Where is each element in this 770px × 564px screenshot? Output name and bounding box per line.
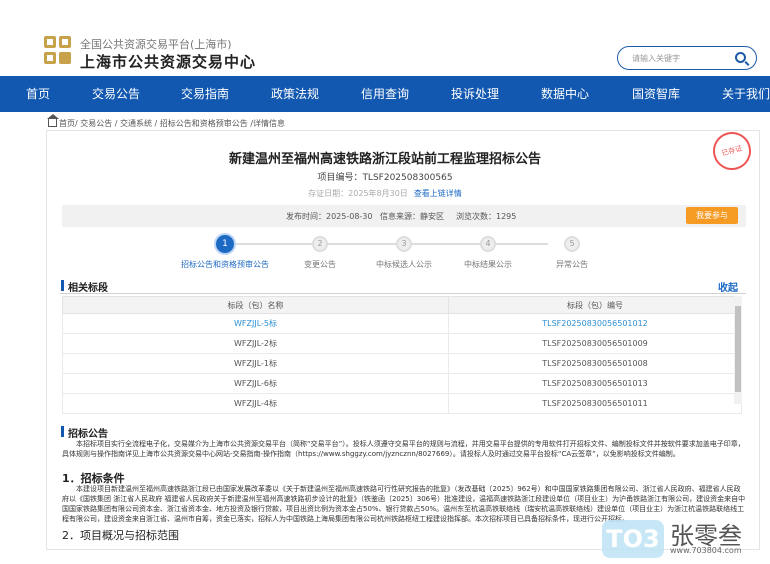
view-count: 浏览次数：1295 [456, 212, 517, 221]
join-button[interactable]: 我要参与 [686, 207, 738, 224]
step-3-circle[interactable]: 3 [396, 236, 412, 252]
step-1-circle[interactable]: 1 [214, 233, 236, 255]
nav-item-notices[interactable]: 交易公告 [92, 76, 140, 112]
breadcrumb[interactable]: 首页/ 交易公告 / 交通系统 / 招标公告和资格预审公告 /详情信息 [47, 114, 285, 129]
breadcrumb-text[interactable]: 首页/ 交易公告 / 交通系统 / 招标公告和资格预审公告 /详情信息 [59, 119, 285, 128]
progress-line [236, 243, 548, 245]
lot-number[interactable]: TLSF20250830056501012 [448, 313, 742, 334]
announcement-intro: 本招标项目实行全流程电子化，交易媒介为上海市公共资源交易平台（简称“交易平台”）… [62, 440, 745, 458]
lot-name[interactable]: WFZJJL-6标 [62, 373, 449, 394]
step-4-label[interactable]: 中标结果公示 [440, 259, 536, 270]
table-header: 标段（包）名称 标段（包）编号 [62, 296, 742, 314]
nav-item-complaint[interactable]: 投诉处理 [451, 76, 499, 112]
step-5-label[interactable]: 异常公告 [524, 259, 620, 270]
site-logo-icon[interactable] [44, 36, 72, 66]
step-4-circle[interactable]: 4 [480, 236, 496, 252]
announcement-heading: 招标公告 [61, 425, 108, 440]
lot-number[interactable]: TLSF20250830056501011 [448, 393, 742, 414]
step-3-label[interactable]: 中标候选人公示 [356, 259, 452, 270]
lot-name[interactable]: WFZJJL-5标 [62, 313, 449, 334]
lot-number[interactable]: TLSF20250830056501009 [448, 333, 742, 354]
col-lot-name: 标段（包）名称 [62, 296, 449, 314]
lot-name[interactable]: WFZJJL-1标 [62, 353, 449, 374]
info-source: 信息来源：静安区 [380, 212, 444, 221]
table-row[interactable]: WFZJJL-2标 TLSF20250830056501009 [62, 333, 742, 354]
step-2-label[interactable]: 变更公告 [272, 259, 368, 270]
nav-item-home[interactable]: 首页 [26, 76, 50, 112]
section-2-title: 2．项目概况与招标范围 [62, 529, 179, 542]
nav-item-policy[interactable]: 政策法规 [271, 76, 319, 112]
collapse-link[interactable]: 收起 [718, 279, 738, 294]
page-title: 新建温州至福州高速铁路浙江段站前工程监理招标公告 [228, 152, 541, 167]
step-2-circle[interactable]: 2 [312, 236, 328, 252]
lot-number[interactable]: TLSF20250830056501008 [448, 353, 742, 374]
deposit-date: 存证日期：2025年8月30日 [308, 189, 408, 198]
nav-item-about[interactable]: 关于我们 [722, 76, 770, 112]
table-row[interactable]: WFZJJL-6标 TLSF20250830056501013 [62, 373, 742, 394]
related-lots-heading: 相关标段 [61, 279, 108, 294]
nav-item-guide[interactable]: 交易指南 [181, 76, 229, 112]
watermark-logo: TO3 张零叁 www.703804.com [598, 516, 768, 564]
search-input[interactable]: 请输入关键字 [632, 53, 680, 64]
watermark-url: www.703804.com [670, 546, 742, 555]
divider [60, 293, 746, 294]
lot-number[interactable]: TLSF20250830056501013 [448, 373, 742, 394]
table-scrollbar[interactable] [734, 296, 742, 404]
search-icon[interactable] [735, 52, 746, 63]
search-box[interactable]: 请输入关键字 [617, 46, 757, 70]
site-header: 全国公共资源交易平台(上海市) 上海市公共资源交易中心 请输入关键字 [0, 0, 770, 76]
watermark-brand: TO3 [602, 520, 664, 558]
lot-name[interactable]: WFZJJL-4标 [62, 393, 449, 414]
step-5-circle[interactable]: 5 [564, 236, 580, 252]
nav-item-think-tank[interactable]: 国资智库 [632, 76, 680, 112]
site-subtitle: 全国公共资源交易平台(上海市) [80, 38, 232, 51]
publish-time: 发布时间：2025-08-30 [286, 212, 373, 221]
nav-item-credit[interactable]: 信用查询 [361, 76, 409, 112]
step-1-label[interactable]: 招标公告和资格预审公告 [177, 259, 273, 270]
nav-item-data[interactable]: 数据中心 [541, 76, 589, 112]
table-row[interactable]: WFZJJL-4标 TLSF20250830056501011 [62, 393, 742, 414]
related-lots-table: 标段（包）名称 标段（包）编号 WFZJJL-5标 TLSF2025083005… [62, 296, 742, 414]
scrollbar-thumb[interactable] [735, 306, 741, 392]
main-nav: 首页 交易公告 交易指南 政策法规 信用查询 投诉处理 数据中心 国资智库 关于… [0, 76, 770, 112]
chain-detail-link[interactable]: 查看上链详情 [414, 189, 462, 198]
home-icon[interactable] [47, 114, 59, 127]
deposit-info: 存证日期：2025年8月30日 查看上链详情 [0, 188, 770, 199]
lot-name[interactable]: WFZJJL-2标 [62, 333, 449, 354]
table-row[interactable]: WFZJJL-5标 TLSF20250830056501012 [62, 313, 742, 334]
col-lot-number: 标段（包）编号 [448, 296, 742, 314]
table-row[interactable]: WFZJJL-1标 TLSF20250830056501008 [62, 353, 742, 374]
site-title[interactable]: 上海市公共资源交易中心 [80, 51, 256, 72]
meta-bar: 发布时间：2025-08-30 信息来源：静安区 浏览次数：1295 [62, 205, 746, 227]
project-number: 项目编号：TLSF202508300565 [317, 173, 453, 183]
